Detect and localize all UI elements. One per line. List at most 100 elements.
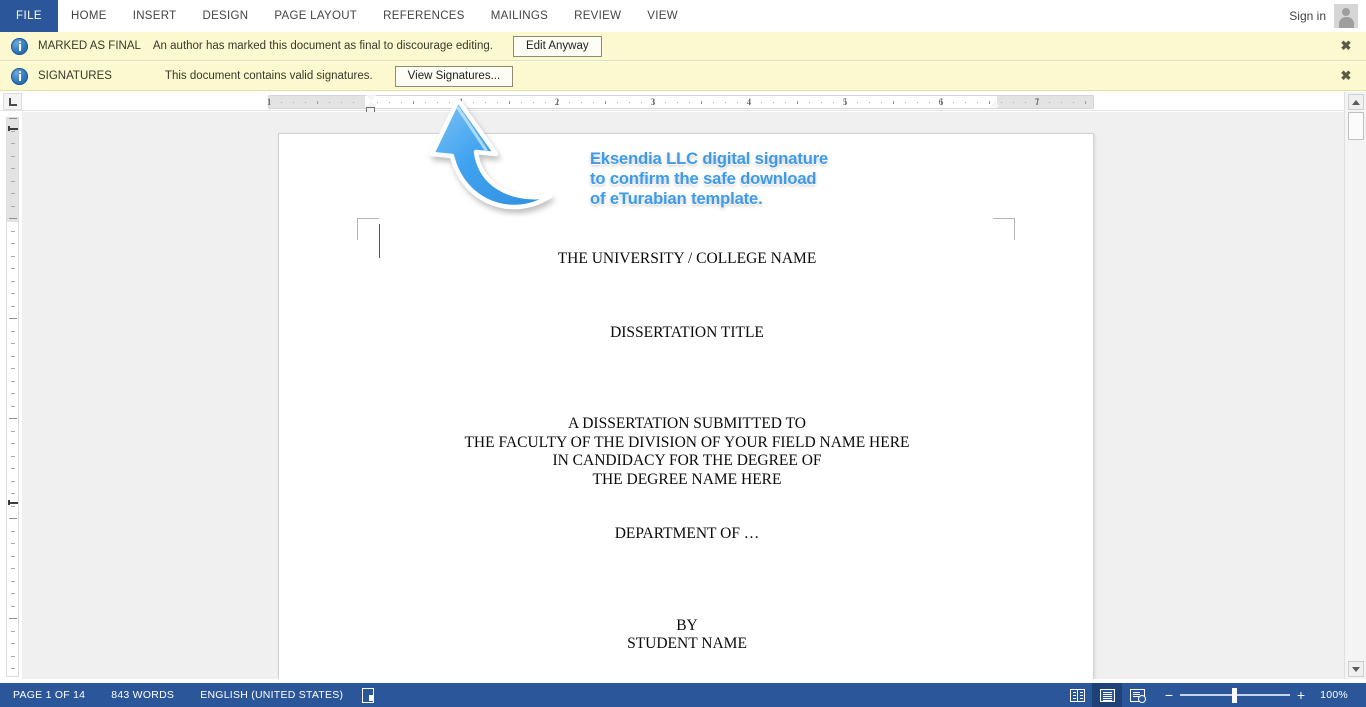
ruler-dot xyxy=(401,102,402,103)
vertical-ruler-tick xyxy=(11,430,15,432)
vertical-ruler-tick xyxy=(11,180,15,182)
notification-title: SIGNATURES xyxy=(38,70,112,82)
zoom-slider-thumb[interactable] xyxy=(1232,688,1238,703)
vertical-ruler-tick xyxy=(11,580,15,582)
vertical-ruler-tick xyxy=(11,255,15,257)
tab-view[interactable]: VIEW xyxy=(634,0,691,32)
view-read-mode-button[interactable] xyxy=(1062,683,1092,707)
close-icon[interactable]: ✖ xyxy=(1338,68,1354,84)
vertical-ruler-tick xyxy=(11,630,15,632)
vertical-ruler-tick xyxy=(11,455,15,457)
close-icon[interactable]: ✖ xyxy=(1338,38,1354,54)
ruler-dot xyxy=(629,102,630,103)
ruler-number: 5 xyxy=(842,97,848,107)
ruler-dot xyxy=(833,102,834,103)
ruler-dot xyxy=(905,102,906,103)
proofing-errors-icon[interactable] xyxy=(362,687,375,703)
ruler-dot xyxy=(617,102,618,103)
zoom-in-button[interactable]: + xyxy=(1292,683,1310,707)
vertical-ruler-tick xyxy=(11,305,15,307)
ruler-tick xyxy=(413,101,414,104)
sign-in-link[interactable]: Sign in xyxy=(1289,9,1326,23)
vertical-scrollbar[interactable] xyxy=(1344,92,1366,679)
ruler-dot xyxy=(665,102,666,103)
tab-references[interactable]: REFERENCES xyxy=(370,0,478,32)
status-page-number[interactable]: PAGE 1 OF 14 xyxy=(0,689,98,701)
ruler-tick xyxy=(605,101,606,104)
tab-home[interactable]: HOME xyxy=(58,0,120,32)
document-text-body[interactable]: THE UNIVERSITY / COLLEGE NAME DISSERTATI… xyxy=(375,250,999,679)
vertical-ruler-tick xyxy=(11,193,15,194)
ruler-dot xyxy=(1025,102,1026,103)
top-margin-marker[interactable] xyxy=(8,126,18,131)
ruler-number: 6 xyxy=(938,97,944,107)
ruler-number: 4 xyxy=(746,97,752,107)
vertical-ruler-tick xyxy=(11,268,15,269)
ruler-dot xyxy=(341,102,342,103)
avatar[interactable] xyxy=(1334,4,1358,28)
vertical-ruler-tick xyxy=(9,318,17,319)
ruler-dot xyxy=(773,102,774,103)
ruler-dot xyxy=(485,102,486,103)
tab-file[interactable]: FILE xyxy=(0,0,58,32)
view-print-layout-button[interactable] xyxy=(1092,683,1123,707)
tab-stop-selector-button[interactable] xyxy=(3,93,22,110)
vertical-ruler-tick xyxy=(11,293,15,294)
tab-review[interactable]: REVIEW xyxy=(561,0,634,32)
tab-page-layout[interactable]: PAGE LAYOUT xyxy=(261,0,370,32)
vertical-ruler-tick xyxy=(11,643,15,644)
tab-insert[interactable]: INSERT xyxy=(120,0,190,32)
vertical-ruler-tick xyxy=(11,468,15,469)
ruler-dot xyxy=(677,102,678,103)
info-icon xyxy=(11,37,28,55)
ruler-dot xyxy=(641,102,642,103)
ruler-dot xyxy=(545,102,546,103)
zoom-controls: − + 100% xyxy=(1152,683,1356,707)
vertical-ruler-tick xyxy=(11,380,15,382)
tab-design[interactable]: DESIGN xyxy=(189,0,261,32)
vertical-ruler-tick xyxy=(11,155,15,157)
ruler-dot xyxy=(713,102,714,103)
vertical-ruler-tick xyxy=(11,280,15,282)
edit-anyway-button[interactable]: Edit Anyway xyxy=(512,35,602,57)
zoom-slider[interactable] xyxy=(1180,683,1291,707)
zoom-out-button[interactable]: − xyxy=(1160,683,1178,707)
vertical-ruler-tick xyxy=(11,530,15,532)
ruler-dot xyxy=(593,102,594,103)
horizontal-ruler[interactable]: 1 1 2 3 4 5 6 7 xyxy=(267,95,1094,114)
ruler-dot xyxy=(425,102,426,103)
ruler-dot xyxy=(869,102,870,103)
scrollbar-thumb[interactable] xyxy=(1348,112,1364,140)
ruler-dot xyxy=(497,102,498,103)
tab-mailings[interactable]: MAILINGS xyxy=(478,0,561,32)
vertical-ruler[interactable] xyxy=(6,117,19,677)
chevron-down-icon xyxy=(1352,666,1360,672)
document-canvas[interactable]: THE UNIVERSITY / COLLEGE NAME DISSERTATI… xyxy=(22,112,1344,679)
right-indent-marker[interactable] xyxy=(990,101,1000,107)
ruler-right-margin-zone[interactable] xyxy=(997,96,1093,108)
view-web-layout-button[interactable] xyxy=(1122,683,1152,707)
notification-signatures: SIGNATURES This document contains valid … xyxy=(0,62,1366,91)
zoom-level-label[interactable]: 100% xyxy=(1310,689,1356,701)
bottom-margin-marker[interactable] xyxy=(8,500,18,505)
document-page[interactable]: THE UNIVERSITY / COLLEGE NAME DISSERTATI… xyxy=(278,133,1094,679)
view-signatures-button[interactable]: View Signatures... xyxy=(394,65,514,87)
ruler-dot xyxy=(977,102,978,103)
ruler-tick xyxy=(701,101,702,104)
scroll-up-button[interactable] xyxy=(1348,94,1364,110)
vertical-ruler-tick xyxy=(9,118,17,119)
status-word-count[interactable]: 843 WORDS xyxy=(98,689,187,701)
ruler-dot xyxy=(1049,102,1050,103)
scroll-down-button[interactable] xyxy=(1348,661,1364,677)
doc-line-submitted-to: A DISSERTATION SUBMITTED TO xyxy=(568,415,806,432)
ruler-dot xyxy=(521,102,522,103)
vertical-ruler-tick xyxy=(11,443,15,444)
ruler-dot xyxy=(449,102,450,103)
ruler-row: 1 1 2 3 4 5 6 7 xyxy=(0,92,1344,114)
vertical-ruler-tick xyxy=(11,330,15,332)
status-language[interactable]: ENGLISH (UNITED STATES) xyxy=(187,689,356,701)
doc-line-student-name: STUDENT NAME xyxy=(627,635,747,652)
